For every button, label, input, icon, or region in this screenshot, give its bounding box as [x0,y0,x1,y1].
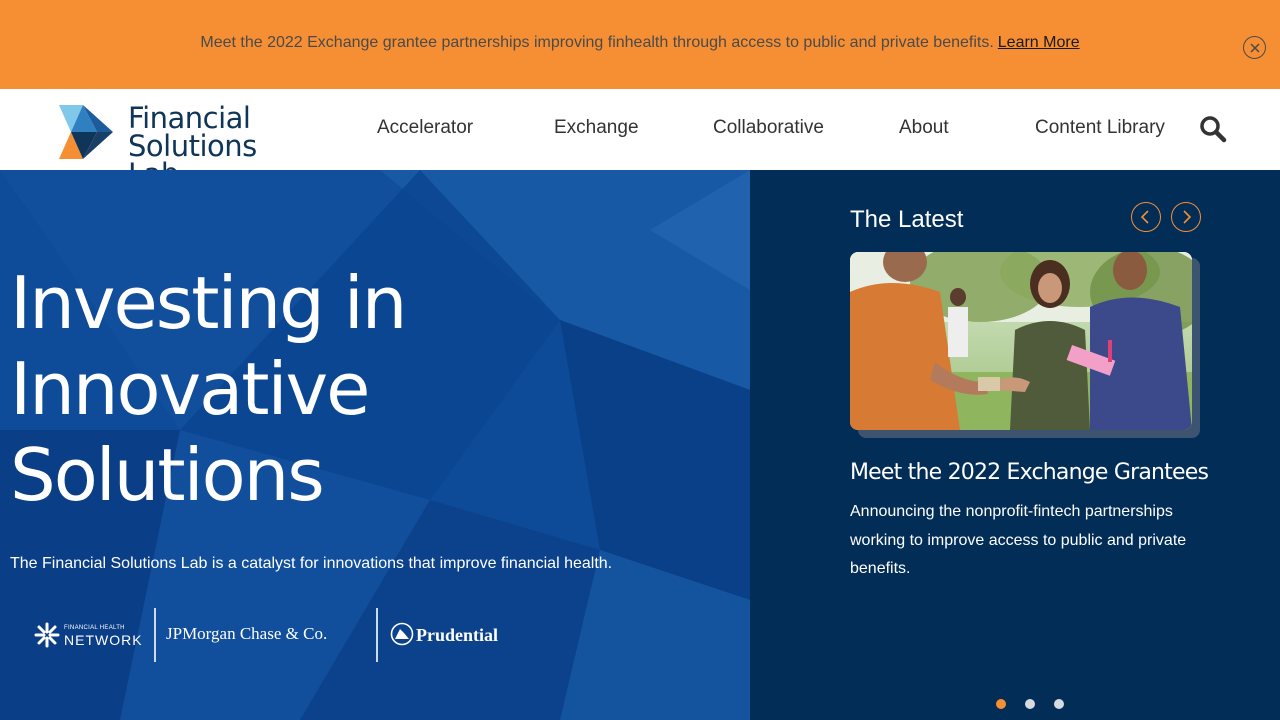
latest-card-title[interactable]: Meet the 2022 Exchange Grantees [850,460,1209,485]
next-slide-button[interactable] [1171,202,1201,232]
fhn-small-text: FINANCIAL HEALTH [64,625,125,631]
prev-slide-button[interactable] [1131,202,1161,232]
logo-mark-icon [59,105,113,159]
partner-divider [154,608,156,662]
partner-logos: FINANCIAL HEALTH NETWORK JPMorgan Chase … [30,608,510,662]
latest-heading: The Latest [850,206,964,233]
prudential-text: Prudential [416,625,499,645]
hero-title-line-1: Investing in [10,261,407,345]
nav-about[interactable]: About [899,117,949,139]
search-button[interactable] [1199,115,1227,143]
latest-card-description: Announcing the nonprofit-fintech partner… [850,503,1187,577]
banner-text: Meet the 2022 Exchange grantee partnersh… [0,34,1280,52]
jpmorgan-chase-logo: JPMorgan Chase & Co. [166,624,328,643]
nav-content-library[interactable]: Content Library [1035,117,1165,139]
latest-panel: The Latest Meet the 2022 Exchange Grante… [750,170,1280,720]
logo-line-1: Financial [128,101,251,135]
hero-section: Investing in Innovative Solutions The Fi… [0,170,750,720]
hero-title: Investing in Innovative Solutions [10,260,610,518]
slide-dot-1[interactable] [996,699,1006,709]
fhn-burst-icon [34,622,60,648]
banner-message: Meet the 2022 Exchange grantee partnersh… [200,34,994,51]
announcement-banner: Meet the 2022 Exchange grantee partnersh… [0,0,1280,89]
site-header: Financial Solutions Lab Accelerator Exch… [0,89,1280,189]
site-logo[interactable]: Financial Solutions Lab [59,101,309,189]
chevron-right-icon [1183,210,1192,224]
slide-dot-3[interactable] [1054,699,1064,709]
hero-title-line-2: Innovative [10,347,370,431]
close-banner-button[interactable] [1243,36,1266,59]
nav-collaborative[interactable]: Collaborative [713,117,824,139]
nav-exchange[interactable]: Exchange [554,117,639,139]
fhn-big-text: NETWORK [64,632,143,648]
search-icon [1200,116,1227,143]
hero-subtitle: The Financial Solutions Lab is a catalys… [10,555,613,572]
learn-more-link[interactable]: Learn More [998,34,1080,51]
partner-divider [376,608,378,662]
chevron-left-icon [1140,210,1149,224]
hero-title-line-3: Solutions [10,433,325,517]
latest-card-image[interactable] [850,252,1192,430]
slide-dot-2[interactable] [1025,699,1035,709]
nav-accelerator[interactable]: Accelerator [377,117,473,139]
people-photo [850,252,1192,430]
prudential-rock-icon [390,622,414,646]
close-icon [1249,42,1260,53]
